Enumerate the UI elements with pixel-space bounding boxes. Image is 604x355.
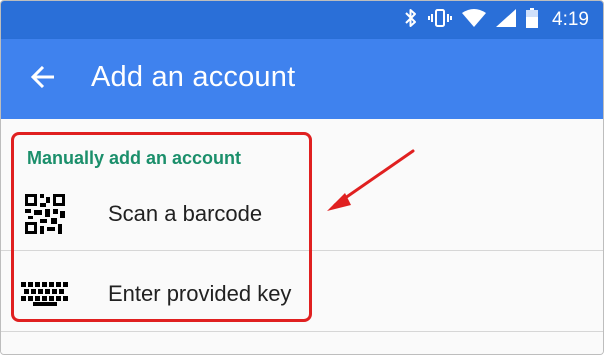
keyboard-icon — [21, 274, 69, 314]
status-bar: 4:19 — [1, 1, 603, 39]
battery-icon — [526, 7, 539, 33]
qr-code-icon — [21, 194, 69, 234]
back-button[interactable] — [23, 59, 63, 99]
bluetooth-icon — [404, 8, 418, 33]
signal-icon — [496, 8, 517, 32]
account-options: Manually add an account Scan a barcode E… — [1, 119, 603, 354]
page-title: Add an account — [91, 61, 296, 93]
status-time: 4:19 — [552, 9, 589, 30]
wifi-icon — [462, 8, 487, 32]
scan-barcode-option[interactable]: Scan a barcode — [1, 179, 603, 249]
scan-barcode-label: Scan a barcode — [108, 201, 263, 226]
vibrate-icon — [428, 8, 453, 33]
status-icons: 4:19 — [404, 1, 589, 39]
enter-key-option[interactable]: Enter provided key — [1, 259, 603, 329]
arrow-left-icon — [30, 65, 55, 93]
section-header: Manually add an account — [27, 148, 242, 168]
app-bar: Add an account — [1, 39, 603, 119]
divider — [1, 331, 603, 332]
screenshot-frame: 4:19 Add an account Manually add an acco… — [0, 0, 604, 355]
enter-key-label: Enter provided key — [108, 281, 292, 306]
divider — [1, 250, 603, 251]
